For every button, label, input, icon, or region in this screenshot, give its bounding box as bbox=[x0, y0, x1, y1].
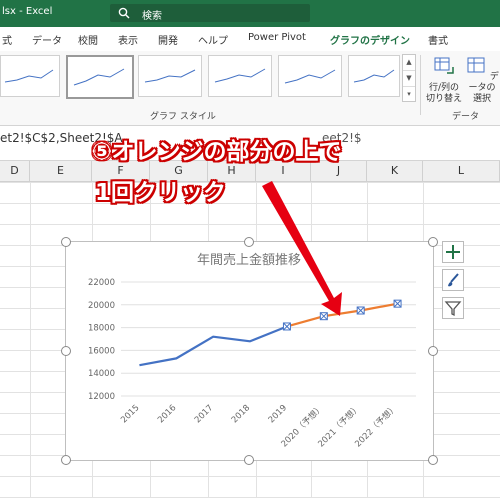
annotation-line2: 1回クリック bbox=[95, 180, 227, 206]
annotation-arrow bbox=[262, 181, 342, 316]
annotation-line1: ⑤オレンジの部分の上で bbox=[92, 139, 342, 165]
